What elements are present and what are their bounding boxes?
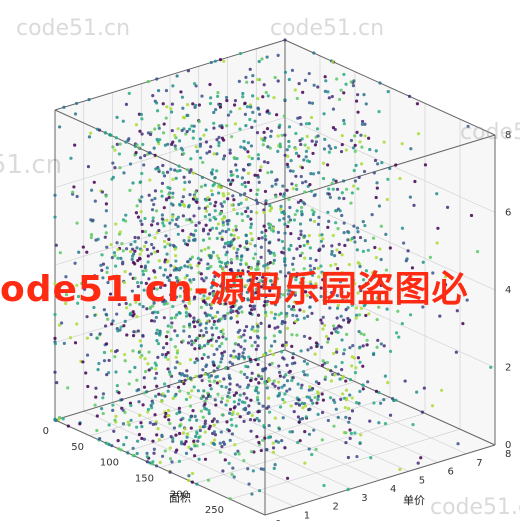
svg-text:250: 250 bbox=[205, 505, 224, 516]
svg-text:面积: 面积 bbox=[169, 492, 191, 505]
svg-text:6: 6 bbox=[505, 208, 511, 219]
svg-text:2: 2 bbox=[505, 363, 511, 374]
svg-text:4: 4 bbox=[390, 484, 396, 495]
svg-text:150: 150 bbox=[135, 474, 154, 485]
svg-text:6: 6 bbox=[448, 467, 454, 478]
svg-text:1: 1 bbox=[304, 510, 310, 521]
svg-text:4: 4 bbox=[505, 285, 511, 296]
svg-text:50: 50 bbox=[71, 442, 84, 453]
svg-text:5: 5 bbox=[419, 475, 425, 486]
svg-text:100: 100 bbox=[100, 458, 119, 469]
svg-text:2: 2 bbox=[333, 502, 339, 513]
svg-text:8: 8 bbox=[505, 130, 511, 141]
svg-text:0: 0 bbox=[43, 426, 49, 437]
svg-text:3: 3 bbox=[361, 493, 367, 504]
svg-text:单价: 单价 bbox=[403, 494, 425, 507]
svg-text:7: 7 bbox=[476, 458, 482, 469]
svg-text:0: 0 bbox=[505, 440, 511, 451]
scatter-3d-chart: 05010015020025030001234567802468面积单价总楼层数 bbox=[0, 0, 520, 521]
